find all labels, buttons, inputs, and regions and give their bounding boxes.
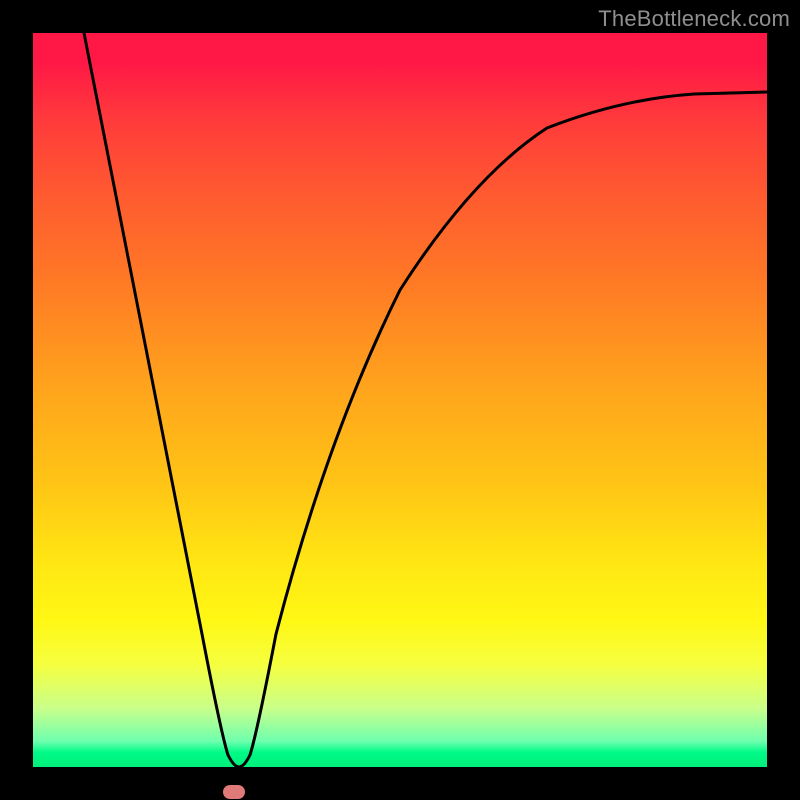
watermark-text: TheBottleneck.com [598,6,790,32]
curve-layer [33,33,767,767]
optimum-marker [223,785,245,799]
plot-area [33,33,767,767]
bottleneck-curve [84,33,767,767]
chart-frame: TheBottleneck.com [0,0,800,800]
